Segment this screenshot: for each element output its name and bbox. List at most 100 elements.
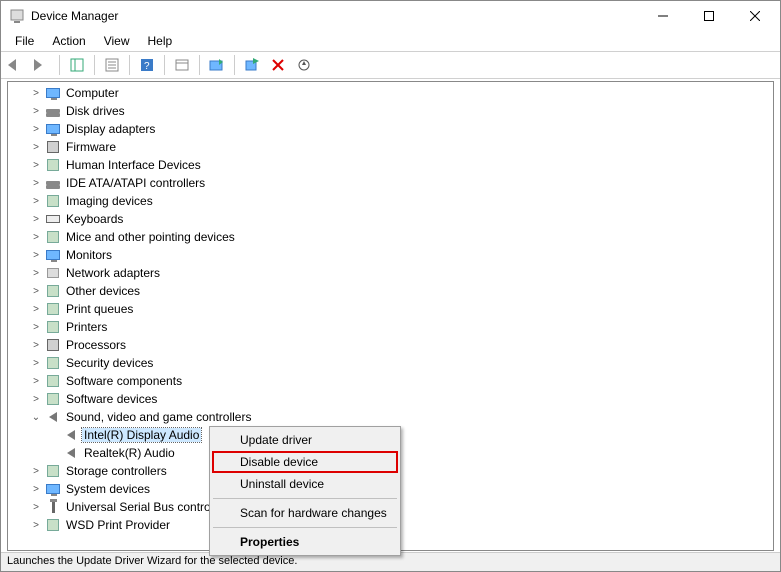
tree-node[interactable]: > Computer xyxy=(10,84,773,102)
usb-icon xyxy=(45,499,61,515)
expand-icon[interactable]: > xyxy=(30,124,42,135)
context-update-driver[interactable]: Update driver xyxy=(212,429,398,451)
expand-icon[interactable]: > xyxy=(30,304,42,315)
tree-node[interactable]: >Processors xyxy=(10,336,773,354)
close-button[interactable] xyxy=(732,1,778,31)
tree-node-label: Display adapters xyxy=(64,122,157,136)
expand-icon[interactable]: > xyxy=(30,376,42,387)
tree-node-label: Software components xyxy=(64,374,184,388)
update-driver-icon[interactable] xyxy=(206,54,228,76)
uninstall-device-icon[interactable] xyxy=(267,54,289,76)
menu-view[interactable]: View xyxy=(96,32,138,50)
context-separator xyxy=(213,527,397,528)
drive-icon xyxy=(45,103,61,119)
expand-icon[interactable]: > xyxy=(30,484,42,495)
tree-node[interactable]: > Keyboards xyxy=(10,210,773,228)
expand-icon[interactable]: > xyxy=(30,250,42,261)
tree-node[interactable]: >Printers xyxy=(10,318,773,336)
monitor-icon xyxy=(45,121,61,137)
help-icon[interactable]: ? xyxy=(136,54,158,76)
generic-icon xyxy=(45,391,61,407)
expand-icon[interactable]: > xyxy=(30,340,42,351)
generic-icon xyxy=(45,373,61,389)
chip-icon xyxy=(45,337,61,353)
net-icon xyxy=(45,265,61,281)
back-button[interactable] xyxy=(5,54,27,76)
collapse-icon[interactable]: ⌄ xyxy=(30,412,42,423)
expand-icon[interactable]: > xyxy=(30,196,42,207)
tree-node-label: Software devices xyxy=(64,392,159,406)
tree-node-label: Computer xyxy=(64,86,121,100)
context-properties[interactable]: Properties xyxy=(212,531,398,553)
tree-node[interactable]: >Firmware xyxy=(10,138,773,156)
expand-icon[interactable]: > xyxy=(30,268,42,279)
scan-hardware-icon[interactable] xyxy=(293,54,315,76)
context-uninstall-device[interactable]: Uninstall device xyxy=(212,473,398,495)
expand-icon[interactable]: > xyxy=(30,178,42,189)
expand-icon[interactable]: > xyxy=(30,106,42,117)
context-disable-device[interactable]: Disable device xyxy=(212,451,398,473)
expand-icon[interactable]: > xyxy=(30,322,42,333)
tree-node-label: Print queues xyxy=(64,302,135,316)
expand-icon[interactable]: > xyxy=(30,466,42,477)
chip-icon xyxy=(45,139,61,155)
app-icon xyxy=(9,8,25,24)
tree-node-label: Disk drives xyxy=(64,104,127,118)
tree-node[interactable]: > Software devices xyxy=(10,390,773,408)
expand-icon[interactable]: > xyxy=(30,502,42,513)
tree-node-label: Storage controllers xyxy=(64,464,169,478)
tree-node-label: IDE ATA/ATAPI controllers xyxy=(64,176,207,190)
menu-help[interactable]: Help xyxy=(140,32,181,50)
tree-node-label: Monitors xyxy=(64,248,114,262)
tree-node[interactable]: > Software components xyxy=(10,372,773,390)
speaker-icon xyxy=(63,445,79,461)
expand-icon[interactable]: > xyxy=(30,232,42,243)
tree-node-label: Security devices xyxy=(64,356,155,370)
expand-icon[interactable]: > xyxy=(30,88,42,99)
generic-icon xyxy=(45,157,61,173)
tree-node[interactable]: > Print queues xyxy=(10,300,773,318)
properties-icon[interactable] xyxy=(101,54,123,76)
generic-icon xyxy=(45,193,61,209)
tree-node[interactable]: > Disk drives xyxy=(10,102,773,120)
menu-action[interactable]: Action xyxy=(44,32,93,50)
speaker-icon xyxy=(45,409,61,425)
tree-node-label: WSD Print Provider xyxy=(64,518,172,532)
maximize-button[interactable] xyxy=(686,1,732,31)
minimize-button[interactable] xyxy=(640,1,686,31)
tree-node[interactable]: > Network adapters xyxy=(10,264,773,282)
tree-node[interactable]: > Mice and other pointing devices xyxy=(10,228,773,246)
tree-node[interactable]: > Monitors xyxy=(10,246,773,264)
tree-node[interactable]: > Other devices xyxy=(10,282,773,300)
generic-icon xyxy=(45,463,61,479)
expand-icon[interactable]: > xyxy=(30,394,42,405)
tree-node[interactable]: > Human Interface Devices xyxy=(10,156,773,174)
tree-node[interactable]: ⌄Sound, video and game controllers xyxy=(10,408,773,426)
menu-file[interactable]: File xyxy=(7,32,42,50)
expand-icon[interactable]: > xyxy=(30,214,42,225)
tree-node[interactable]: > Security devices xyxy=(10,354,773,372)
forward-button[interactable] xyxy=(31,54,53,76)
tree-node-label: Other devices xyxy=(64,284,142,298)
context-scan-hardware[interactable]: Scan for hardware changes xyxy=(212,502,398,524)
tree-node[interactable]: > Display adapters xyxy=(10,120,773,138)
expand-icon[interactable]: > xyxy=(30,286,42,297)
tree-node-label: Mice and other pointing devices xyxy=(64,230,237,244)
window-title: Device Manager xyxy=(31,9,640,23)
tree-node[interactable]: >Imaging devices xyxy=(10,192,773,210)
tree-node-label: Human Interface Devices xyxy=(64,158,203,172)
enable-device-icon[interactable] xyxy=(241,54,263,76)
show-hide-console-tree-icon[interactable] xyxy=(66,54,88,76)
tree-node-label: Network adapters xyxy=(64,266,162,280)
view-icon[interactable] xyxy=(171,54,193,76)
tree-node-label: System devices xyxy=(64,482,152,496)
expand-icon[interactable]: > xyxy=(30,142,42,153)
kb-icon xyxy=(45,211,61,227)
tree-node-label: Keyboards xyxy=(64,212,125,226)
tree-node[interactable]: > IDE ATA/ATAPI controllers xyxy=(10,174,773,192)
expand-icon[interactable]: > xyxy=(30,520,42,531)
generic-icon xyxy=(45,517,61,533)
svg-text:?: ? xyxy=(144,61,150,72)
expand-icon[interactable]: > xyxy=(30,358,42,369)
expand-icon[interactable]: > xyxy=(30,160,42,171)
